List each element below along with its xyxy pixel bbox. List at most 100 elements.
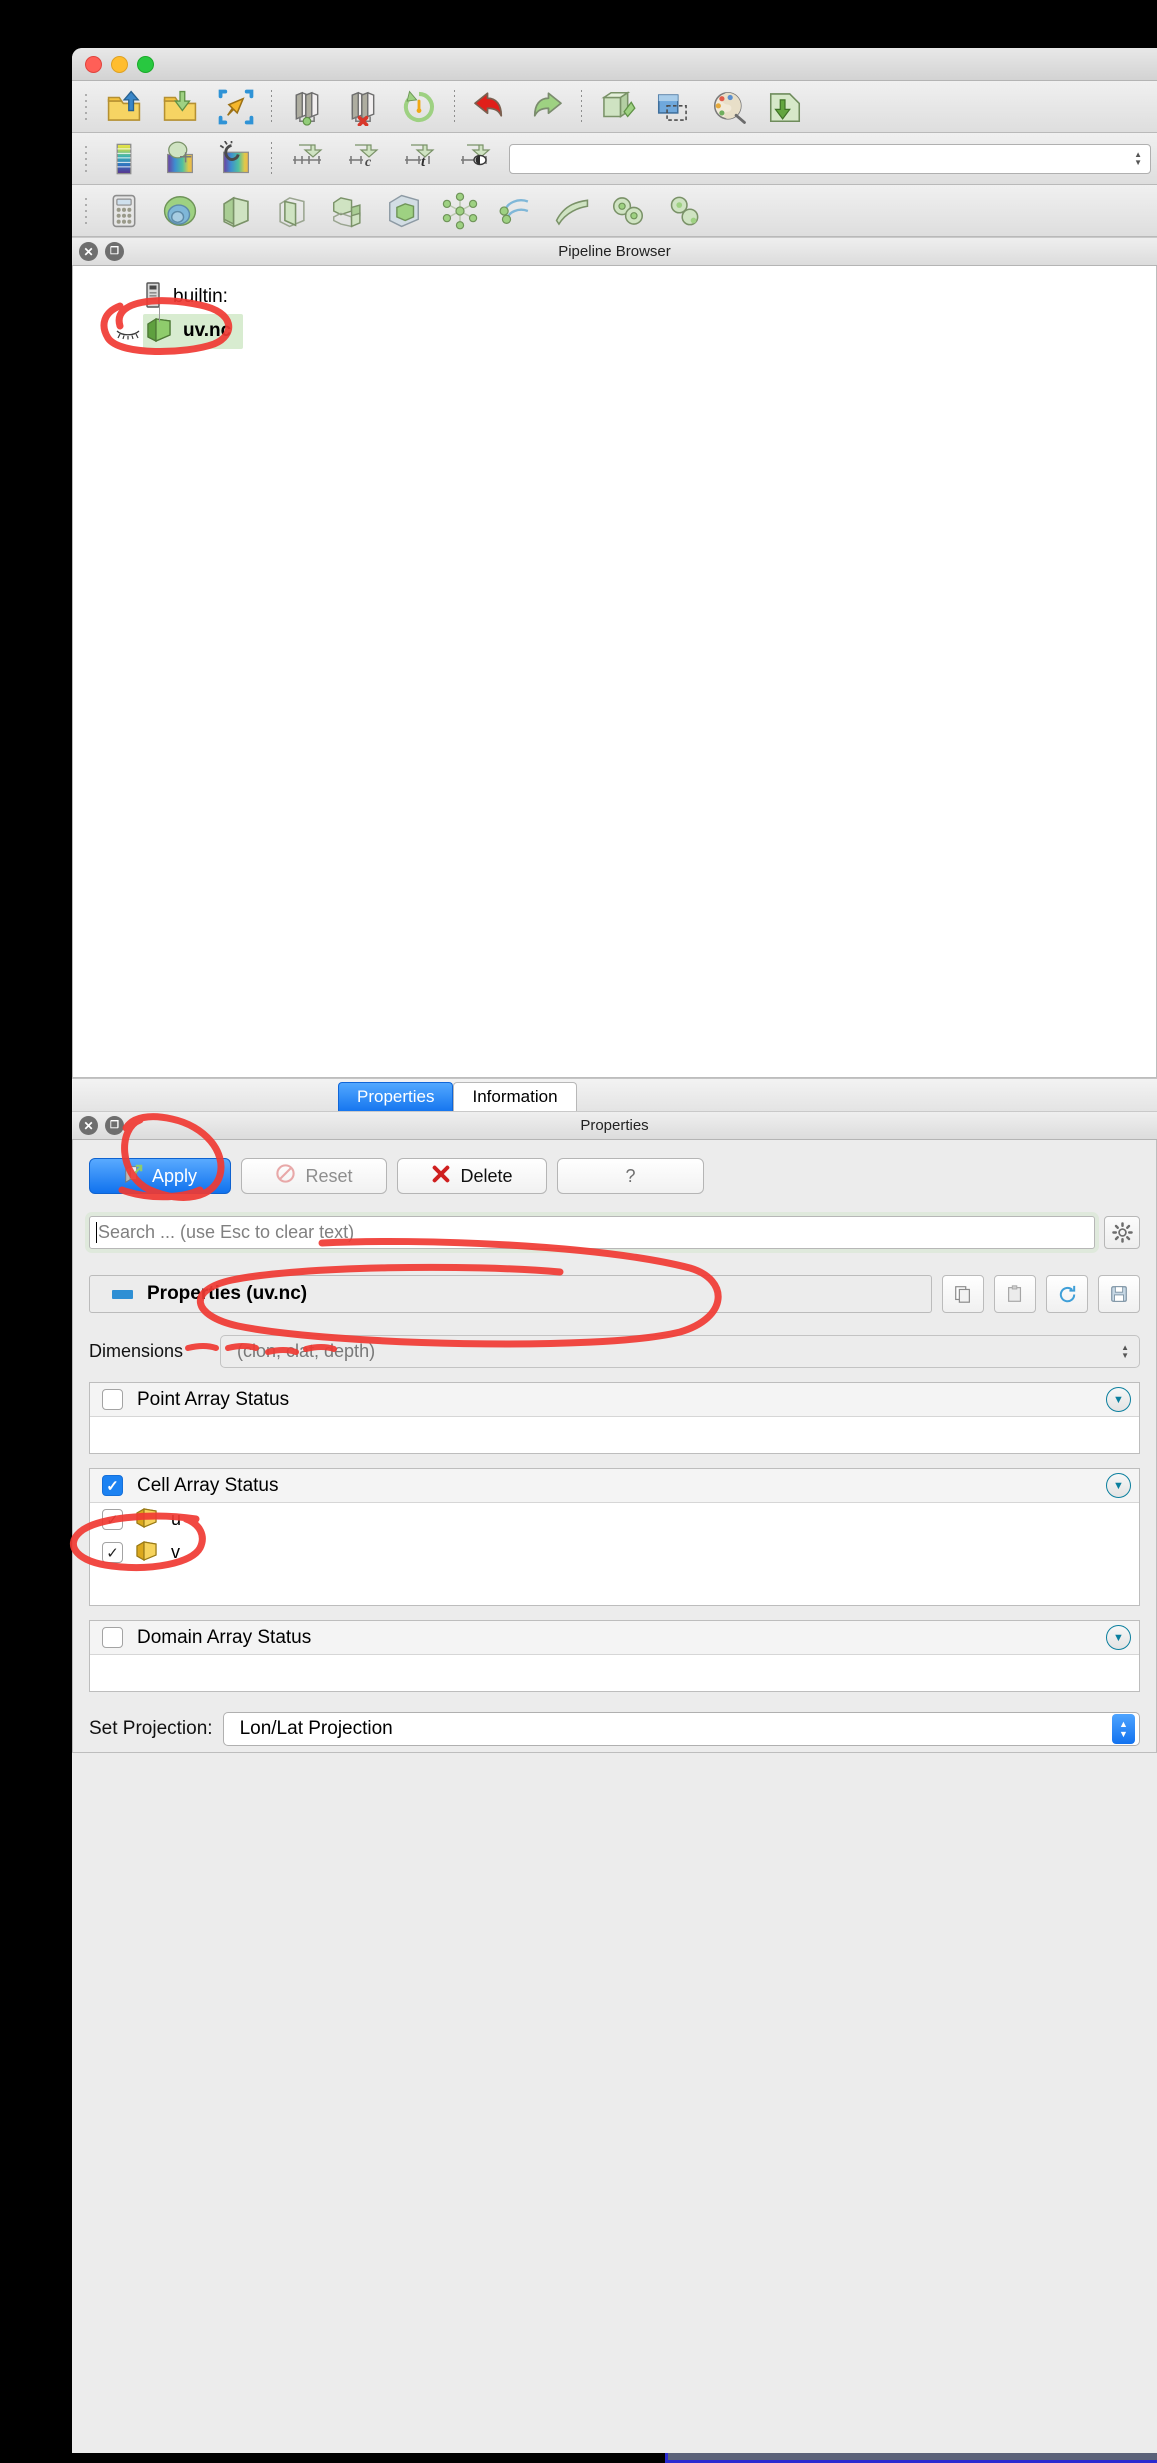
cell-array-item-label: v (171, 1542, 180, 1562)
calculator-icon[interactable] (96, 189, 152, 233)
text-caret (96, 1222, 97, 1243)
cell-array-item-checkbox[interactable]: ✓ (102, 1509, 123, 1530)
properties-search-row: Search ... (use Esc to clear text) (89, 1216, 1140, 1249)
color-legend-icon[interactable] (96, 137, 152, 181)
pipeline-browser-list[interactable]: builtin: uv.nc (72, 266, 1157, 1078)
point-array-status-label: Point Array Status (137, 1388, 290, 1410)
dimensions-value: (clon, clat, depth) (237, 1341, 376, 1361)
group-datasets-icon[interactable] (600, 189, 656, 233)
close-button[interactable] (85, 55, 102, 73)
point-array-status-checkbox[interactable] (102, 1389, 123, 1410)
paraview-window: c t ▲ ▼ ✕ ❐ Pipeline Browser builtin: uv… (72, 48, 1157, 2453)
svg-text:c: c (365, 155, 372, 170)
domain-array-status-header[interactable]: Domain Array Status ▼ (90, 1621, 1139, 1655)
reset-button[interactable]: Reset (241, 1158, 387, 1194)
save-animation-icon[interactable] (645, 85, 701, 129)
dimensions-combo[interactable]: (clon, clat, depth) ▲ ▼ (220, 1335, 1140, 1368)
search-input[interactable]: Search ... (use Esc to clear text) (89, 1216, 1095, 1249)
chevron-down-icon[interactable]: ▼ (1106, 1625, 1131, 1650)
save-data-2-icon[interactable] (757, 85, 813, 129)
copy-icon[interactable] (942, 1275, 984, 1313)
delete-button[interactable]: Delete (397, 1158, 547, 1194)
load-state-icon[interactable] (208, 85, 264, 129)
toolbar-separator (271, 89, 272, 124)
domain-array-status-label: Domain Array Status (137, 1626, 312, 1648)
time-value-combo[interactable]: ▲ ▼ (509, 143, 1151, 174)
set-projection-value: Lon/Lat Projection (239, 1718, 393, 1739)
connect-server-icon[interactable] (279, 85, 335, 129)
next-frame-icon[interactable]: t (391, 137, 447, 181)
cell-array-item-v[interactable]: ✓ v (90, 1536, 1139, 1569)
last-frame-icon[interactable] (447, 137, 503, 181)
extract-subset-icon[interactable] (376, 189, 432, 233)
pipeline-item-builtin[interactable]: builtin: (73, 280, 1156, 314)
open-file-icon[interactable] (96, 85, 152, 129)
reset-session-icon[interactable] (391, 85, 447, 129)
warp-by-vector-icon[interactable] (544, 189, 600, 233)
apply-button[interactable]: Apply (89, 1158, 231, 1194)
cell-array-status-label: Cell Array Status (137, 1474, 279, 1496)
properties-section-header: Properties (uv.nc) (89, 1275, 1140, 1313)
dimensions-label: Dimensions (89, 1341, 184, 1361)
properties-section-title: Properties (uv.nc) (147, 1283, 308, 1304)
cell-array-item-u[interactable]: ✓ u (90, 1503, 1139, 1536)
cell-array-list-pad (90, 1569, 1139, 1605)
cell-data-icon (135, 1506, 159, 1533)
cell-array-status-checkbox[interactable]: ✓ (102, 1475, 123, 1496)
zoom-button[interactable] (137, 55, 154, 73)
save-screenshot-icon[interactable] (589, 85, 645, 129)
gear-icon[interactable] (1104, 1216, 1140, 1249)
save-icon[interactable] (1098, 1275, 1140, 1313)
redo-icon[interactable] (518, 85, 574, 129)
pipeline-item-uv-nc[interactable]: uv.nc (73, 306, 1156, 349)
point-array-status-box: Point Array Status ▼ (89, 1382, 1140, 1454)
refresh-icon[interactable] (1046, 1275, 1088, 1313)
main-toolbar-row-1 (72, 81, 1157, 133)
chevron-updown-icon[interactable]: ▲ ▼ (1112, 1714, 1135, 1744)
toolbar-drag-handle[interactable] (80, 194, 92, 228)
spinner-arrows[interactable]: ▲ ▼ (1134, 151, 1142, 167)
tree-connector (159, 306, 160, 322)
rescale-custom-range-icon[interactable] (208, 137, 264, 181)
save-data-icon[interactable] (152, 85, 208, 129)
paste-icon[interactable] (994, 1275, 1036, 1313)
contour-icon[interactable] (152, 189, 208, 233)
clip-icon[interactable] (208, 189, 264, 233)
apply-icon (123, 1164, 143, 1189)
slice-icon[interactable] (264, 189, 320, 233)
tab-information[interactable]: Information (453, 1082, 577, 1111)
properties-section-title-button[interactable]: Properties (uv.nc) (89, 1275, 932, 1313)
chevron-down-icon[interactable]: ▼ (1106, 1387, 1131, 1412)
edit-color-map-icon[interactable] (701, 85, 757, 129)
glyph-icon[interactable] (432, 189, 488, 233)
delete-label: Delete (460, 1165, 513, 1186)
tab-properties[interactable]: Properties (338, 1082, 454, 1111)
disconnect-server-icon[interactable] (335, 85, 391, 129)
minimize-button[interactable] (111, 55, 128, 73)
cell-array-item-checkbox[interactable]: ✓ (102, 1542, 123, 1563)
first-frame-icon[interactable] (279, 137, 335, 181)
previous-frame-icon[interactable]: c (335, 137, 391, 181)
collapse-minus-icon[interactable] (112, 1289, 133, 1299)
help-button[interactable]: ? (557, 1158, 704, 1194)
toolbar-separator (271, 141, 272, 176)
set-projection-select[interactable]: Lon/Lat Projection ▲ ▼ (222, 1712, 1140, 1746)
extract-level-icon[interactable] (656, 189, 712, 233)
domain-array-status-checkbox[interactable] (102, 1627, 123, 1648)
visibility-eye-icon[interactable] (115, 326, 141, 345)
threshold-icon[interactable] (320, 189, 376, 233)
main-toolbar-row-2: c t ▲ ▼ (72, 133, 1157, 185)
rescale-to-data-range-icon[interactable] (152, 137, 208, 181)
cell-data-icon (135, 1539, 159, 1566)
chevron-updown-icon[interactable]: ▲ ▼ (1121, 1344, 1129, 1360)
stream-tracer-icon[interactable] (488, 189, 544, 233)
chevron-down-icon[interactable]: ▼ (1106, 1473, 1131, 1498)
toolbar-drag-handle[interactable] (80, 90, 92, 124)
toolbar-drag-handle[interactable] (80, 142, 92, 176)
cell-array-status-header[interactable]: ✓ Cell Array Status ▼ (90, 1469, 1139, 1503)
point-array-status-header[interactable]: Point Array Status ▼ (90, 1383, 1139, 1417)
server-icon (143, 281, 163, 313)
undo-icon[interactable] (462, 85, 518, 129)
pipeline-item-label: builtin: (173, 286, 228, 307)
toolbar-separator (454, 89, 455, 124)
